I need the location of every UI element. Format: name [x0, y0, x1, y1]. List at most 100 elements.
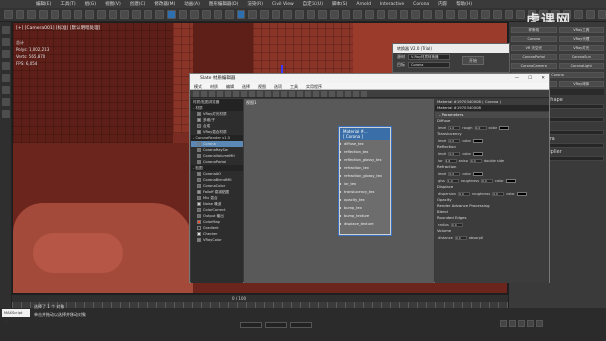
slate-tool-icon[interactable] [337, 91, 343, 97]
menu-item-8[interactable]: 渲染(R) [247, 1, 263, 7]
cmd-button[interactable]: VRay代理 [558, 35, 604, 42]
toolbar-icon[interactable] [329, 10, 339, 19]
view-tab[interactable]: 视图1 [246, 100, 257, 106]
menu-item-2[interactable]: 组(G) [85, 1, 97, 7]
menu-item-9[interactable]: Civil View [272, 2, 294, 7]
toolbar-icon[interactable] [283, 10, 293, 19]
menu-item-0[interactable]: 编辑(E) [36, 1, 51, 7]
param-spinner[interactable]: 0.0 [474, 125, 487, 130]
maximize-icon[interactable]: ☐ [528, 74, 532, 83]
param-spinner[interactable]: 1.6 [444, 158, 457, 163]
slate-tool-icon[interactable] [225, 91, 231, 97]
slate-tool-icon[interactable] [273, 91, 279, 97]
cmd-button[interactable]: VR 天空光 [511, 44, 557, 51]
toolbar-icon[interactable] [4, 10, 13, 19]
toolbar-icon[interactable] [213, 10, 223, 19]
menu-item-11[interactable]: 脚本(S) [332, 1, 347, 7]
slate-menu-item[interactable]: 工具 [290, 83, 298, 89]
cmd-button[interactable]: VRay工具 [558, 26, 604, 33]
param-spinner[interactable]: 0.0 [469, 158, 482, 163]
node-slot[interactable]: diffuse_tex [340, 140, 390, 148]
cmd-button[interactable]: CoronaSun [558, 53, 604, 60]
param-spinner[interactable]: 0.0 [448, 151, 461, 156]
cmd-button[interactable]: VRay球体 [558, 80, 604, 87]
param-spinner[interactable]: 0.0 [450, 222, 463, 227]
toolbar-icon[interactable] [434, 10, 444, 19]
menu-item-1[interactable]: 工具(T) [60, 1, 75, 7]
slate-tool-icon[interactable] [209, 91, 215, 97]
node-slot[interactable]: translucency_tex [340, 188, 390, 196]
converter-start-button[interactable]: 开始 [462, 56, 484, 65]
slate-menu-item[interactable]: 视图 [258, 83, 266, 89]
slate-tool-icon[interactable] [257, 91, 263, 97]
cmd-button[interactable]: VRay灯光 [558, 44, 604, 51]
minimize-icon[interactable]: — [515, 74, 520, 83]
color-swatch[interactable] [472, 171, 483, 176]
menu-item-4[interactable]: 创建(C) [130, 1, 146, 7]
toolbar-icon[interactable] [85, 10, 95, 19]
toolbar-icon[interactable] [62, 10, 71, 19]
toolbar-icon[interactable] [97, 10, 106, 19]
slate-tool-icon[interactable] [249, 91, 255, 97]
slate-menu-item[interactable]: 编辑 [226, 83, 234, 89]
node-slot[interactable]: refraction_tex [340, 164, 390, 172]
color-swatch[interactable] [472, 138, 483, 143]
material-node-header[interactable]: Material #... [ Corona ] [340, 128, 390, 140]
slate-tool-icon[interactable] [297, 91, 303, 97]
toolbar-icon[interactable] [504, 10, 514, 19]
toolbar-icon[interactable] [38, 10, 48, 19]
toolbar-icon[interactable] [178, 10, 188, 19]
node-slot[interactable]: reflection_glossy_tex [340, 156, 390, 164]
toolbar-icon[interactable] [353, 10, 362, 19]
slate-tool-icon[interactable] [353, 91, 359, 97]
close-icon[interactable]: ✕ [541, 74, 545, 83]
param-spinner[interactable]: 0.0 [481, 178, 494, 183]
menu-item-13[interactable]: Interactive [380, 2, 404, 7]
param-header-2[interactable]: Material #1970340008 [435, 105, 549, 111]
toolbar-icon[interactable] [597, 10, 606, 19]
menu-item-14[interactable]: Corona [413, 2, 429, 7]
cmd-button[interactable]: CoronaCamera [511, 62, 557, 69]
left-tool-icon[interactable] [2, 86, 10, 94]
cmd-button[interactable]: CoronaLight [558, 62, 604, 69]
node-slot[interactable]: ior_tex [340, 180, 390, 188]
time-slider[interactable]: 0 / 100 [12, 294, 508, 302]
toolbar-icon[interactable] [190, 10, 199, 19]
slate-menu-item[interactable]: 选项 [274, 83, 282, 89]
maxscript-listener[interactable]: MAXScript 迷... [2, 309, 30, 323]
param-spinner[interactable]: 0.0 [448, 171, 461, 176]
viewport-label[interactable]: [+] [Camera001] [标准] [默认明暗处理] [16, 25, 100, 31]
prev-frame-icon[interactable] [509, 320, 516, 327]
slate-menu-item[interactable]: 材质 [210, 83, 218, 89]
slate-tool-icon[interactable] [265, 91, 271, 97]
cmd-button[interactable]: Corona [511, 35, 557, 42]
toolbar-icon[interactable] [376, 10, 386, 19]
node-slot[interactable]: refraction_glossy_tex [340, 172, 390, 180]
slate-tool-icon[interactable] [361, 91, 367, 97]
color-swatch[interactable] [499, 125, 510, 130]
toolbar-icon[interactable] [248, 10, 258, 19]
toolbar-icon[interactable] [457, 10, 467, 19]
slate-tool-icon[interactable] [321, 91, 327, 97]
node-view[interactable]: 视图1 Material #... [ Corona ] diffuse_tex… [244, 99, 434, 283]
toolbar-icon[interactable] [586, 10, 595, 19]
left-tool-icon[interactable] [2, 62, 10, 70]
toolbar-icon[interactable] [469, 10, 479, 19]
slate-menu-item[interactable]: 选择 [242, 83, 250, 89]
toolbar-icon[interactable] [155, 10, 164, 19]
y-field[interactable] [265, 322, 287, 328]
cmd-button[interactable]: CoronaPortal [511, 53, 557, 60]
menu-item-7[interactable]: 图形编辑器(D) [209, 1, 238, 7]
toolbar-icon[interactable] [341, 10, 351, 19]
color-swatch[interactable] [516, 191, 527, 196]
z-field[interactable] [290, 322, 312, 328]
slate-tool-icon[interactable] [345, 91, 351, 97]
toolbar-icon[interactable] [260, 10, 269, 19]
toolbar-icon[interactable] [201, 10, 211, 19]
toolbar-icon[interactable] [166, 10, 176, 19]
left-tool-icon[interactable] [2, 98, 10, 106]
toolbar-icon[interactable] [399, 10, 409, 19]
slate-menu-item[interactable]: 模式 [194, 83, 202, 89]
left-tool-icon[interactable] [2, 74, 10, 82]
x-field[interactable] [240, 322, 262, 328]
